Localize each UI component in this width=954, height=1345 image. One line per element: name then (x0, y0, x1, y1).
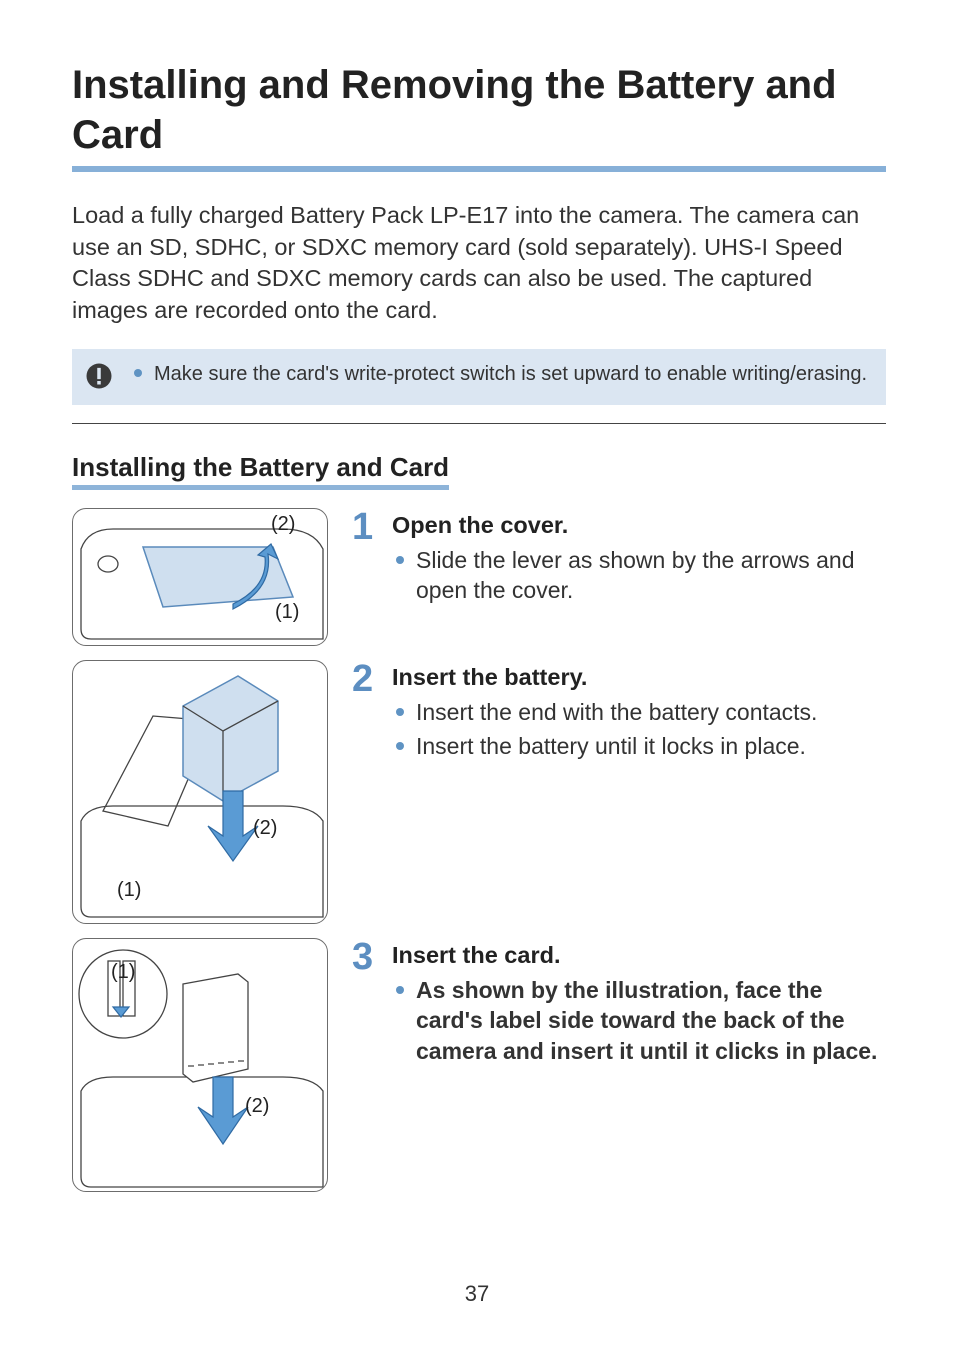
illus-label: (1) (111, 961, 135, 984)
step-bullet-text: Insert the end with the battery contacts… (416, 697, 817, 727)
bullet-icon (134, 369, 142, 377)
step-illustration: (2) (1) (72, 508, 328, 646)
divider (72, 423, 886, 424)
illus-label: (2) (245, 1095, 269, 1118)
bullet-icon (396, 556, 404, 564)
callout-text: Make sure the card's write-protect switc… (154, 361, 867, 388)
step-number: 1 (352, 508, 382, 646)
step-bullet-text: Slide the lever as shown by the arrows a… (416, 545, 886, 606)
step-title: Insert the card. (392, 942, 886, 969)
step-bullet: Insert the battery until it locks in pla… (392, 731, 886, 761)
step-title: Open the cover. (392, 512, 886, 539)
section-heading: Installing the Battery and Card (72, 452, 449, 490)
illus-label: (1) (117, 879, 141, 902)
bullet-icon (396, 986, 404, 994)
intro-paragraph: Load a fully charged Battery Pack LP-E17… (72, 200, 886, 327)
step-bullet: Slide the lever as shown by the arrows a… (392, 545, 886, 606)
step-bullet-text: Insert the battery until it locks in pla… (416, 731, 806, 761)
step-illustration: (1) (2) (72, 938, 328, 1192)
bullet-icon (396, 708, 404, 716)
step-number: 2 (352, 660, 382, 924)
step: (1) (2) 3 Insert the card. As shown by t… (72, 938, 886, 1192)
step-title: Insert the battery. (392, 664, 886, 691)
step-number: 3 (352, 938, 382, 1192)
illus-label: (2) (253, 817, 277, 840)
bullet-icon (396, 742, 404, 750)
page-title: Installing and Removing the Battery and … (72, 60, 886, 172)
page-number: 37 (0, 1281, 954, 1307)
step: (2) (1) 2 Insert the battery. Insert the… (72, 660, 886, 924)
warning-icon (84, 361, 114, 391)
step: (2) (1) 1 Open the cover. Slide the leve… (72, 508, 886, 646)
step-illustration: (2) (1) (72, 660, 328, 924)
step-bullet-text: As shown by the illustration, face the c… (416, 975, 886, 1066)
illus-label: (1) (275, 601, 299, 624)
step-bullet: Insert the end with the battery contacts… (392, 697, 886, 727)
step-bullet: As shown by the illustration, face the c… (392, 975, 886, 1066)
illus-label: (2) (271, 513, 295, 536)
warning-callout: Make sure the card's write-protect switc… (72, 349, 886, 405)
